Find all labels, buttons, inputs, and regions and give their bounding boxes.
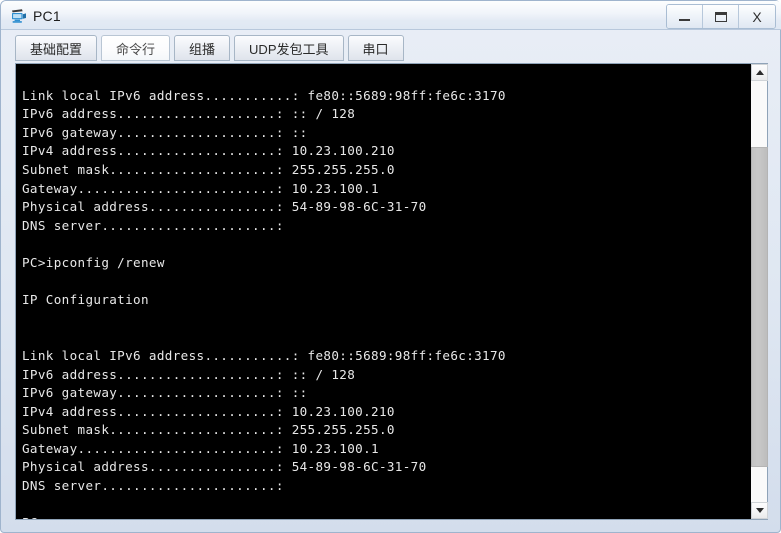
- scroll-up-icon: [755, 70, 764, 75]
- terminal-line: IPv6 address....................: :: / 1…: [22, 366, 356, 382]
- tab-serial-port[interactable]: 串口: [347, 35, 404, 61]
- maximize-button[interactable]: [703, 5, 739, 28]
- terminal-line: Link local IPv6 address...........: fe80…: [22, 87, 506, 103]
- tab-label: 基础配置: [30, 41, 83, 57]
- terminal-line: Subnet mask.....................: 255.25…: [22, 161, 395, 177]
- pc-monitor-icon: [10, 7, 28, 25]
- scroll-down-icon: [755, 508, 764, 513]
- terminal-line: IPv6 gateway....................: ::: [22, 124, 308, 140]
- terminal-line: Gateway.........................: 10.23.…: [22, 440, 379, 456]
- terminal-line: IP Configuration: [22, 292, 149, 308]
- tab-command-line[interactable]: 命令行: [101, 35, 171, 61]
- terminal-line: DNS server......................:: [22, 478, 284, 494]
- scrollbar-thumb[interactable]: [751, 147, 768, 467]
- tab-basic-config[interactable]: 基础配置: [15, 35, 98, 61]
- terminal-line: IPv4 address....................: 10.23.…: [22, 403, 395, 419]
- pc1-window: PC1 X 基础配置 命令行 组播 UDP发包工具 串口 Link local …: [0, 0, 781, 533]
- window-controls: X: [666, 4, 776, 29]
- close-icon: X: [752, 8, 762, 25]
- scroll-down-button[interactable]: [751, 502, 768, 519]
- terminal-panel: Link local IPv6 address...........: fe80…: [15, 63, 768, 520]
- terminal-output[interactable]: Link local IPv6 address...........: fe80…: [16, 64, 750, 519]
- terminal-line: IPv6 gateway....................: ::: [22, 385, 308, 401]
- tab-label: 组播: [189, 41, 216, 57]
- terminal-line: IPv6 address....................: :: / 1…: [22, 106, 356, 122]
- terminal-line: Subnet mask.....................: 255.25…: [22, 422, 395, 438]
- terminal-line: IPv4 address....................: 10.23.…: [22, 143, 395, 159]
- window-title: PC1: [33, 8, 61, 24]
- tab-multicast[interactable]: 组播: [174, 35, 231, 61]
- maximize-icon: [714, 11, 727, 22]
- terminal-scrollbar[interactable]: [750, 64, 768, 519]
- terminal-line: Physical address................: 54-89-…: [22, 459, 427, 475]
- terminal-line: Link local IPv6 address...........: fe80…: [22, 347, 506, 363]
- minimize-icon: [679, 18, 690, 21]
- tab-strip: 基础配置 命令行 组播 UDP发包工具 串口: [15, 35, 408, 63]
- scroll-up-button[interactable]: [751, 64, 768, 81]
- minimize-button[interactable]: [667, 5, 703, 28]
- terminal-line: Gateway.........................: 10.23.…: [22, 180, 379, 196]
- terminal-line: DNS server......................:: [22, 217, 284, 233]
- tab-udp-tool[interactable]: UDP发包工具: [234, 35, 344, 61]
- tab-label: UDP发包工具: [249, 41, 329, 57]
- terminal-line: Physical address................: 54-89-…: [22, 199, 427, 215]
- terminal-line: PC>: [22, 514, 750, 519]
- tab-label: 串口: [362, 41, 389, 57]
- tab-label: 命令行: [116, 41, 156, 57]
- terminal-line: PC>ipconfig /renew: [22, 254, 165, 270]
- close-button[interactable]: X: [739, 5, 775, 28]
- title-bar-left: PC1: [10, 4, 61, 28]
- title-bar[interactable]: PC1 X: [1, 1, 781, 30]
